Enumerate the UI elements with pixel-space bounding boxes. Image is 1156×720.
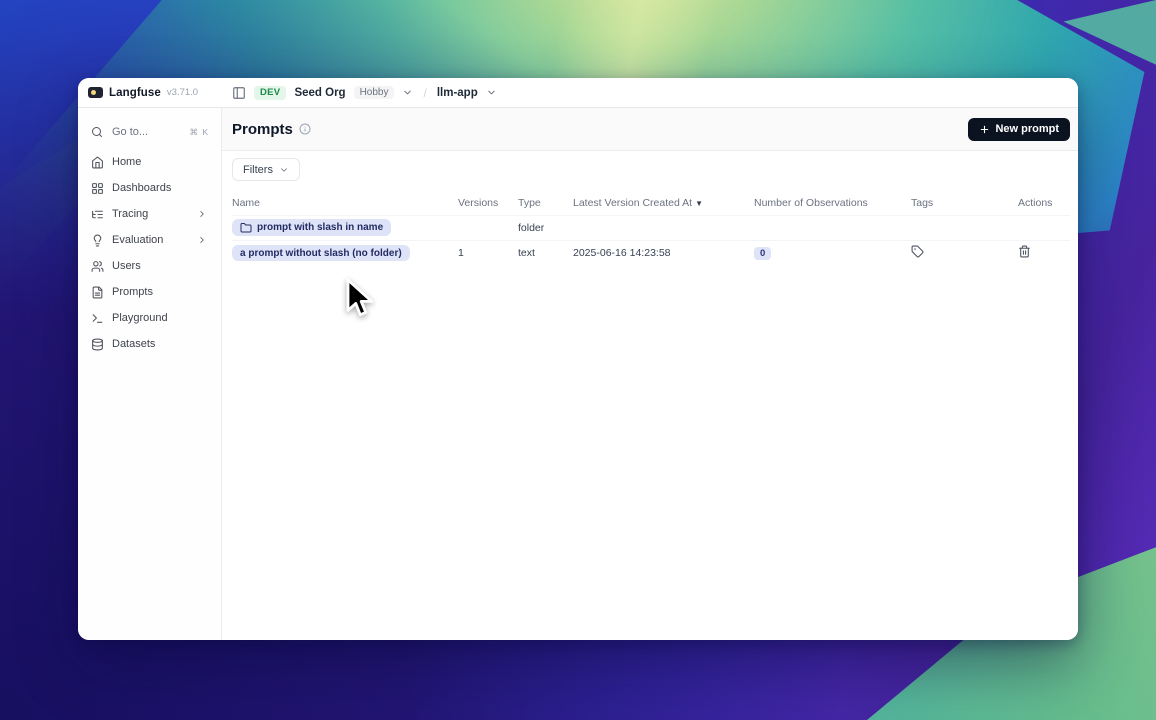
org-name[interactable]: Seed Org bbox=[294, 87, 345, 99]
type-cell: folder bbox=[518, 222, 573, 234]
sidebar-item-tracing[interactable]: Tracing bbox=[86, 202, 213, 226]
versions-cell: 1 bbox=[458, 247, 518, 259]
app-version: v3.71.0 bbox=[167, 87, 198, 98]
env-badge: DEV bbox=[254, 86, 286, 100]
sidebar-item-label: Users bbox=[112, 260, 209, 272]
filters-label: Filters bbox=[243, 164, 273, 176]
prompt-name: a prompt without slash (no folder) bbox=[240, 248, 402, 259]
column-header-created-at[interactable]: Latest Version Created At▼ bbox=[573, 197, 754, 209]
column-header-type[interactable]: Type bbox=[518, 197, 573, 209]
table-header-row: Name Versions Type Latest Version Create… bbox=[232, 191, 1070, 215]
top-navigation-bar: Langfuse v3.71.0 DEV Seed Org Hobby / ll… bbox=[78, 78, 1078, 108]
chevron-down-icon bbox=[279, 165, 289, 175]
prompt-link[interactable]: a prompt without slash (no folder) bbox=[232, 245, 410, 261]
sidebar-item-label: Playground bbox=[112, 312, 209, 324]
app-logo-zone: Langfuse v3.71.0 bbox=[78, 78, 222, 107]
lightbulb-icon bbox=[90, 234, 104, 247]
sidebar-item-datasets[interactable]: Datasets bbox=[86, 332, 213, 356]
column-header-versions[interactable]: Versions bbox=[458, 197, 518, 209]
org-switcher-chevron-icon[interactable] bbox=[402, 87, 413, 98]
sidebar-item-label: Home bbox=[112, 156, 209, 168]
goto-label: Go to... bbox=[112, 126, 181, 138]
column-header-actions: Actions bbox=[1018, 197, 1070, 209]
sidebar-item-label: Dashboards bbox=[112, 182, 209, 194]
chevron-right-icon bbox=[195, 209, 209, 219]
sidebar-toggle-icon[interactable] bbox=[232, 86, 246, 100]
page-header: Prompts New prompt bbox=[222, 108, 1078, 151]
sort-desc-icon: ▼ bbox=[695, 199, 703, 208]
goto-shortcut: ⌘ K bbox=[189, 127, 209, 138]
column-header-observations[interactable]: Number of Observations bbox=[754, 197, 911, 209]
home-icon bbox=[90, 156, 104, 169]
trash-icon[interactable] bbox=[1018, 245, 1031, 258]
folder-icon bbox=[240, 222, 252, 234]
tracing-list-tree-icon bbox=[90, 208, 104, 221]
prompts-table: Name Versions Type Latest Version Create… bbox=[232, 191, 1070, 265]
filters-button[interactable]: Filters bbox=[232, 158, 300, 181]
sidebar-item-users[interactable]: Users bbox=[86, 254, 213, 278]
table-row-prompt: a prompt without slash (no folder) 1 tex… bbox=[232, 240, 1070, 265]
sidebar-item-playground[interactable]: Playground bbox=[86, 306, 213, 330]
tag-icon[interactable] bbox=[911, 245, 924, 258]
type-cell: text bbox=[518, 247, 573, 259]
app-name: Langfuse bbox=[109, 87, 161, 99]
prompt-folder-link[interactable]: prompt with slash in name bbox=[232, 219, 391, 236]
observations-count-badge[interactable]: 0 bbox=[754, 247, 771, 260]
sidebar-item-dashboards[interactable]: Dashboards bbox=[86, 176, 213, 200]
main-content: Prompts New prompt Filters bbox=[222, 108, 1078, 640]
sidebar-item-evaluation[interactable]: Evaluation bbox=[86, 228, 213, 252]
filters-row: Filters bbox=[222, 151, 1078, 185]
table-row-folder: prompt with slash in name folder bbox=[232, 215, 1070, 240]
dashboards-grid-icon bbox=[90, 182, 104, 195]
sidebar: Go to... ⌘ K Home Dashboards bbox=[78, 108, 222, 640]
sidebar-item-label: Tracing bbox=[112, 208, 187, 220]
environment-breadcrumb: DEV Seed Org Hobby / llm-app bbox=[222, 78, 1078, 107]
langfuse-app-window: Langfuse v3.71.0 DEV Seed Org Hobby / ll… bbox=[78, 78, 1078, 640]
langfuse-logo-icon bbox=[88, 87, 103, 98]
search-icon bbox=[90, 126, 104, 138]
column-header-tags[interactable]: Tags bbox=[911, 197, 1018, 209]
page-title: Prompts bbox=[232, 121, 293, 138]
breadcrumb-separator: / bbox=[423, 86, 426, 100]
plan-badge: Hobby bbox=[354, 86, 395, 99]
new-prompt-label: New prompt bbox=[995, 123, 1059, 135]
database-icon bbox=[90, 338, 104, 351]
sidebar-item-prompts[interactable]: Prompts bbox=[86, 280, 213, 304]
sidebar-item-label: Datasets bbox=[112, 338, 209, 350]
prompt-name: prompt with slash in name bbox=[257, 222, 383, 233]
column-header-name[interactable]: Name bbox=[232, 197, 458, 209]
users-icon bbox=[90, 260, 104, 273]
desktop-wallpaper: Langfuse v3.71.0 DEV Seed Org Hobby / ll… bbox=[0, 0, 1156, 720]
sidebar-item-home[interactable]: Home bbox=[86, 150, 213, 174]
plus-icon bbox=[979, 124, 990, 135]
project-name[interactable]: llm-app bbox=[437, 87, 478, 99]
created-at-cell: 2025-06-16 14:23:58 bbox=[573, 247, 754, 259]
goto-search-button[interactable]: Go to... ⌘ K bbox=[86, 120, 213, 144]
terminal-icon bbox=[90, 312, 104, 325]
new-prompt-button[interactable]: New prompt bbox=[968, 118, 1070, 141]
info-icon[interactable] bbox=[299, 123, 311, 135]
project-switcher-chevron-icon[interactable] bbox=[486, 87, 497, 98]
chevron-right-icon bbox=[195, 235, 209, 245]
sidebar-item-label: Evaluation bbox=[112, 234, 187, 246]
prompts-file-icon bbox=[90, 286, 104, 299]
sidebar-item-label: Prompts bbox=[112, 286, 209, 298]
